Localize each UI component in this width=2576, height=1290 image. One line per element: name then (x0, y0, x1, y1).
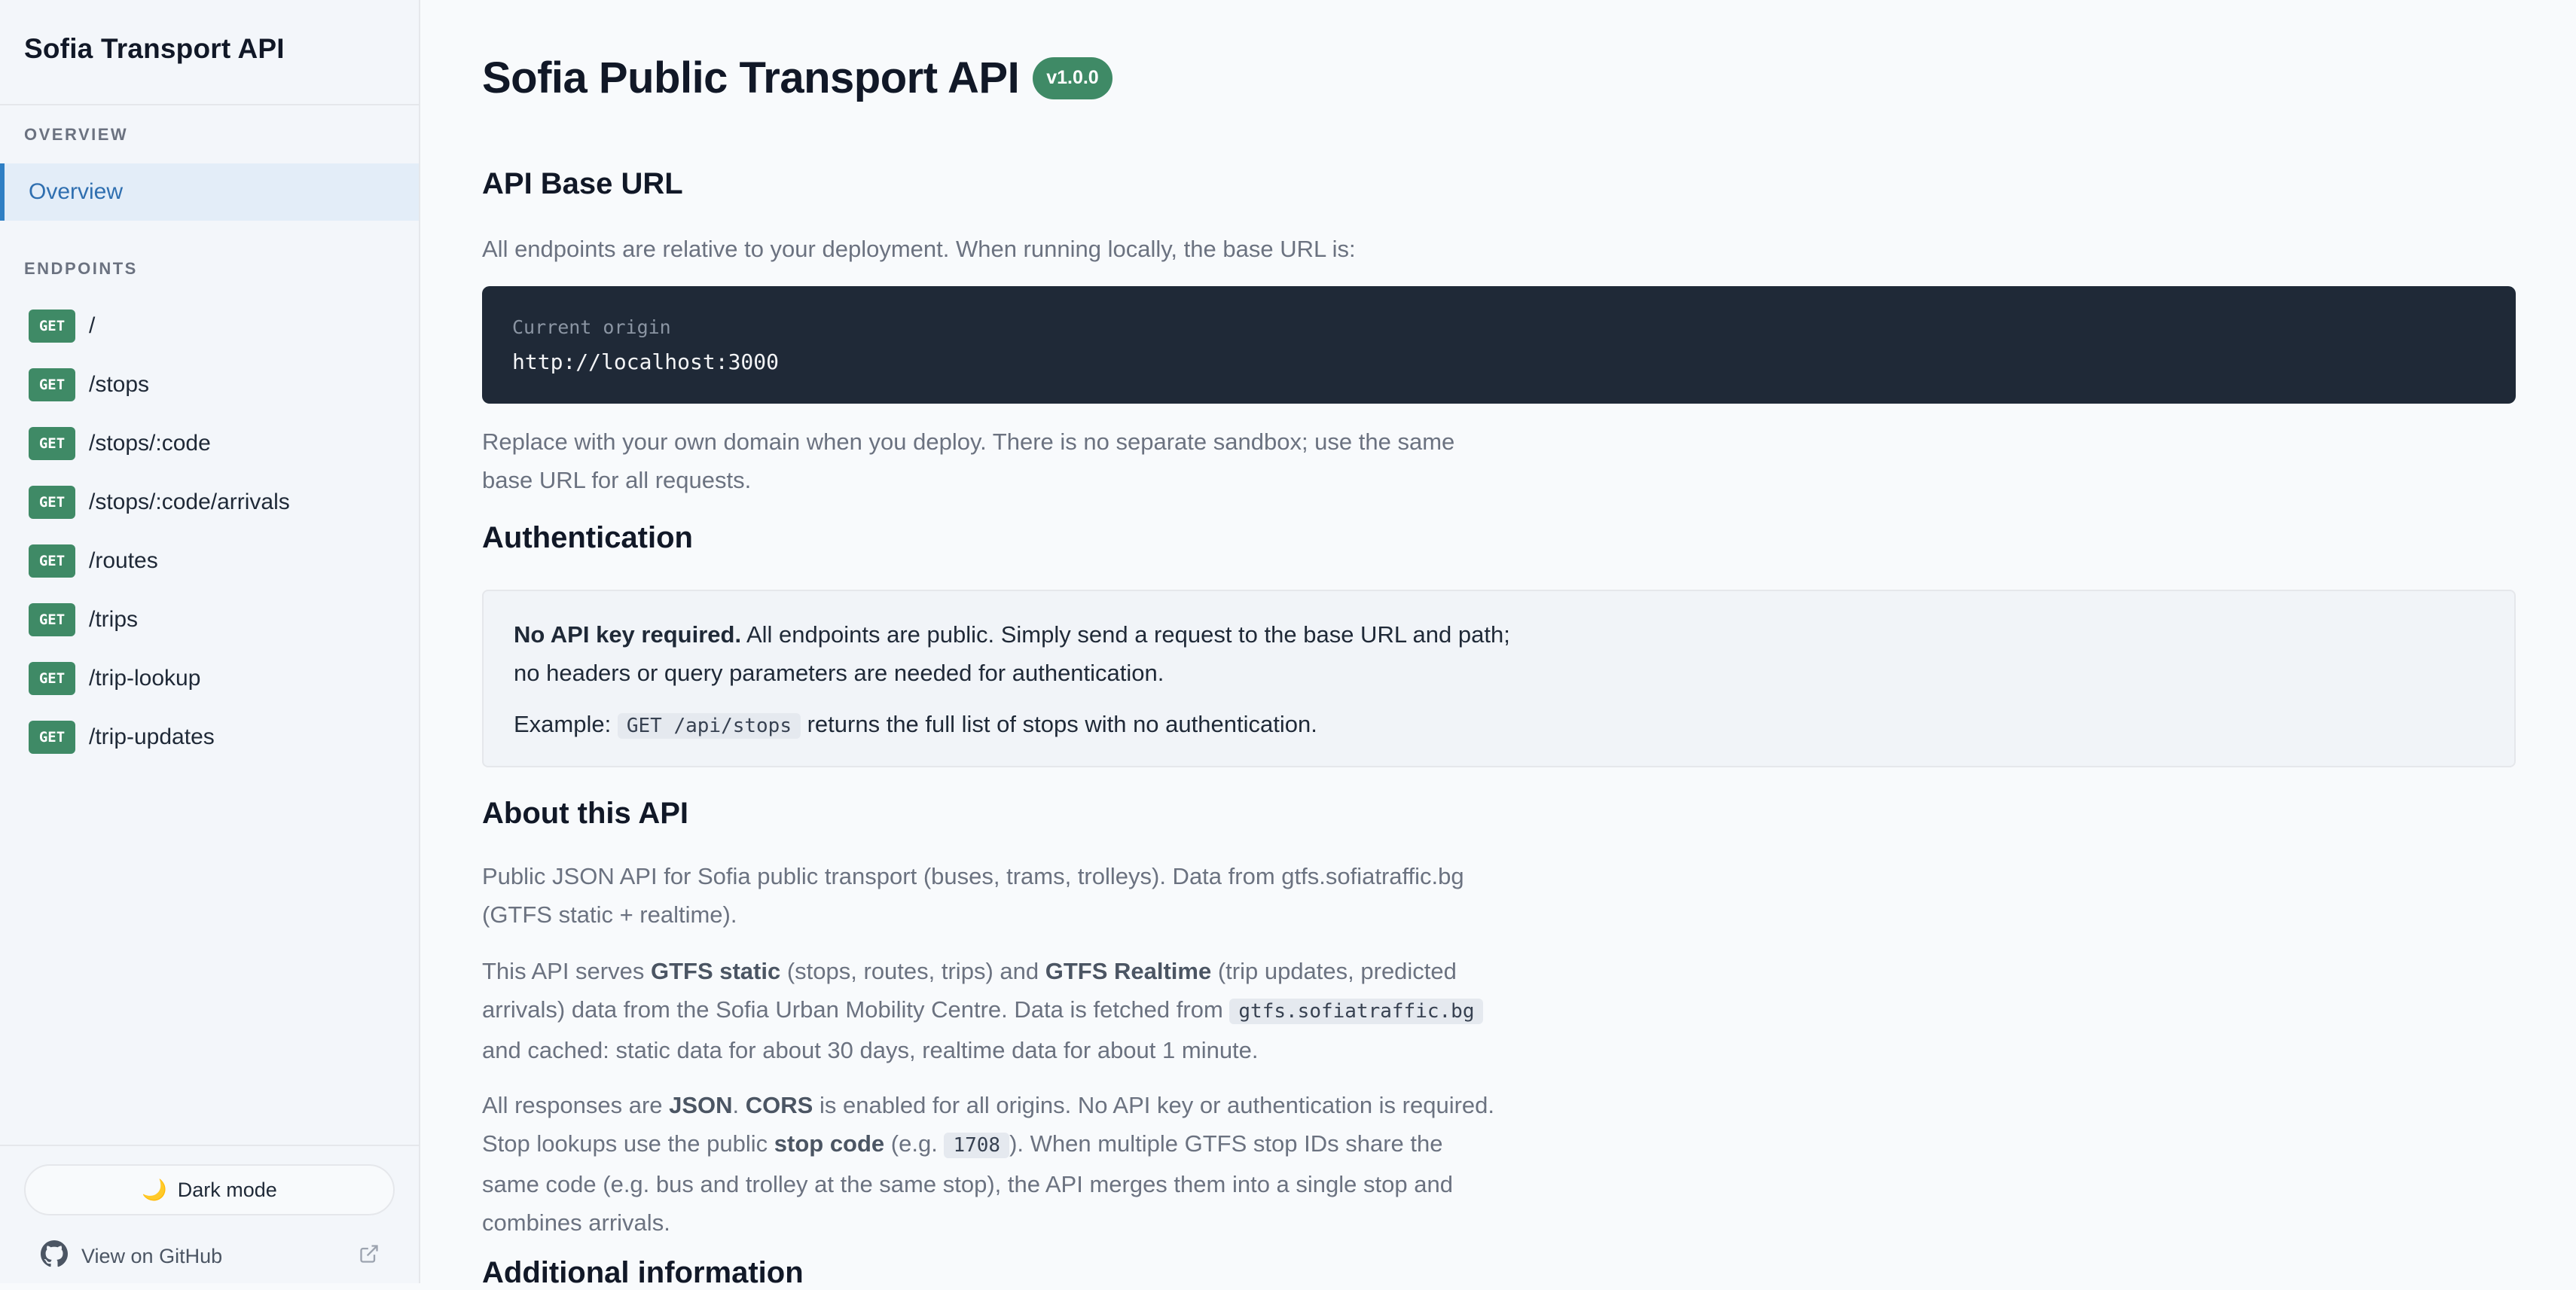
dark-mode-label: Dark mode (177, 1178, 277, 1201)
divider (0, 104, 419, 105)
github-link[interactable]: View on GitHub (41, 1240, 380, 1273)
about-line: arrivals) data from the Sofia Urban Mobi… (482, 990, 1484, 1031)
note-line: Replace with your own domain when you de… (482, 428, 1455, 455)
section-label-endpoints: ENDPOINTS (24, 259, 138, 278)
sidebar-item-endpoint[interactable]: GET /trip-lookup (29, 661, 200, 696)
method-badge: GET (29, 486, 75, 519)
method-badge: GET (29, 368, 75, 401)
method-badge: GET (29, 662, 75, 695)
text-bold: GTFS Realtime (1045, 958, 1212, 984)
note-line: base URL for all requests. (482, 467, 752, 493)
section-heading-additional: Additional information (482, 1256, 804, 1289)
base-url-intro: All endpoints are relative to your deplo… (482, 236, 1356, 262)
text: is enabled for all origins. No API key o… (813, 1092, 1495, 1118)
about-line: (GTFS static + realtime). (482, 901, 737, 928)
endpoint-path: /stops (89, 372, 150, 397)
section-heading-base-url: API Base URL (482, 167, 683, 200)
method-badge: GET (29, 721, 75, 754)
divider (0, 1145, 419, 1146)
base-url-note: Replace with your own domain when you de… (482, 422, 1454, 499)
about-line: This API serves GTFS static (stops, rout… (482, 952, 1483, 990)
auth-text: All endpoints are public. Simply send a … (741, 621, 1510, 648)
sidebar-item-endpoint[interactable]: GET /stops/:code/arrivals (29, 485, 290, 520)
auth-bold: No API key required. (514, 621, 742, 648)
auth-line: no headers or query parameters are neede… (514, 660, 1164, 686)
sidebar: Sofia Transport API OVERVIEW Overview EN… (0, 0, 420, 1283)
about-line: All responses are JSON. CORS is enabled … (482, 1086, 1494, 1124)
about-paragraph: Public JSON API for Sofia public transpo… (482, 857, 1464, 934)
github-icon (41, 1240, 68, 1273)
about-paragraph: All responses are JSON. CORS is enabled … (482, 1086, 1494, 1242)
section-label-overview: OVERVIEW (24, 125, 129, 144)
about-line: Stop lookups use the public stop code (e… (482, 1124, 1494, 1165)
code-block: Current origin http://localhost:3000 (482, 286, 2516, 404)
version-badge: v1.0.0 (1033, 56, 1113, 99)
github-label: View on GitHub (81, 1244, 223, 1267)
about-line: Public JSON API for Sofia public transpo… (482, 863, 1464, 889)
method-badge: GET (29, 427, 75, 460)
inline-code: 1708 (944, 1133, 1010, 1158)
code-label: Current origin (512, 316, 671, 338)
endpoint-path: /trips (89, 607, 139, 632)
method-badge: GET (29, 544, 75, 578)
example-prefix: Example: (514, 711, 618, 737)
example-suffix: returns the full list of stops with no a… (801, 711, 1317, 737)
text: ). When multiple GTFS stop IDs share the (1009, 1130, 1443, 1157)
external-link-icon (359, 1243, 380, 1270)
text: (stops, routes, trips) and (780, 958, 1045, 984)
sidebar-title: Sofia Transport API (24, 33, 285, 64)
method-badge: GET (29, 603, 75, 636)
text-bold: GTFS static (650, 958, 781, 984)
sidebar-item-endpoint[interactable]: GET / (29, 309, 95, 343)
text: This API serves (482, 958, 651, 984)
sidebar-item-endpoint[interactable]: GET /routes (29, 544, 158, 578)
endpoint-path: /routes (89, 548, 158, 573)
about-paragraph: This API serves GTFS static (stops, rout… (482, 952, 1484, 1069)
sidebar-item-overview[interactable]: Overview (0, 163, 419, 221)
about-line: same code (e.g. bus and trolley at the s… (482, 1171, 1453, 1197)
endpoint-path: /stops/:code/arrivals (89, 489, 290, 514)
text: (e.g. (884, 1130, 945, 1157)
text-bold: CORS (745, 1092, 813, 1118)
text: arrivals) data from the Sofia Urban Mobi… (482, 996, 1230, 1023)
section-heading-about: About this API (482, 797, 689, 830)
page-title: Sofia Public Transport API (482, 53, 1020, 102)
dark-mode-toggle[interactable]: 🌙 Dark mode (24, 1164, 395, 1215)
text: . (732, 1092, 746, 1118)
text: Stop lookups use the public (482, 1130, 774, 1157)
text: (trip updates, predicted (1211, 958, 1457, 984)
sidebar-item-endpoint[interactable]: GET /trips (29, 602, 138, 637)
sidebar-item-endpoint[interactable]: GET /stops (29, 367, 149, 402)
sidebar-item-endpoint[interactable]: GET /trip-updates (29, 720, 215, 755)
about-line: combines arrivals. (482, 1209, 670, 1236)
section-heading-auth: Authentication (482, 521, 693, 554)
endpoint-path: /stops/:code (89, 431, 211, 456)
auth-line: No API key required. All endpoints are p… (514, 615, 1510, 654)
auth-example: Example: GET /api/stops returns the full… (514, 705, 1317, 746)
endpoint-path: / (89, 313, 96, 338)
text: All responses are (482, 1092, 670, 1118)
moon-icon: 🌙 (142, 1179, 167, 1201)
text-bold: JSON (669, 1092, 733, 1118)
inline-code: gtfs.sofiatraffic.bg (1229, 999, 1484, 1024)
auth-callout: No API key required. All endpoints are p… (482, 590, 2516, 767)
endpoint-path: /trip-lookup (89, 666, 201, 691)
sidebar-item-endpoint[interactable]: GET /stops/:code (29, 426, 211, 461)
base-url-value: http://localhost:3000 (512, 349, 780, 374)
page-header: Sofia Public Transport API v1.0.0 (482, 53, 1113, 103)
method-badge: GET (29, 310, 75, 343)
text-bold: stop code (774, 1130, 885, 1157)
about-line: and cached: static data for about 30 day… (482, 1037, 1259, 1063)
endpoint-path: /trip-updates (89, 724, 215, 749)
inline-code: GET /api/stops (617, 713, 801, 739)
